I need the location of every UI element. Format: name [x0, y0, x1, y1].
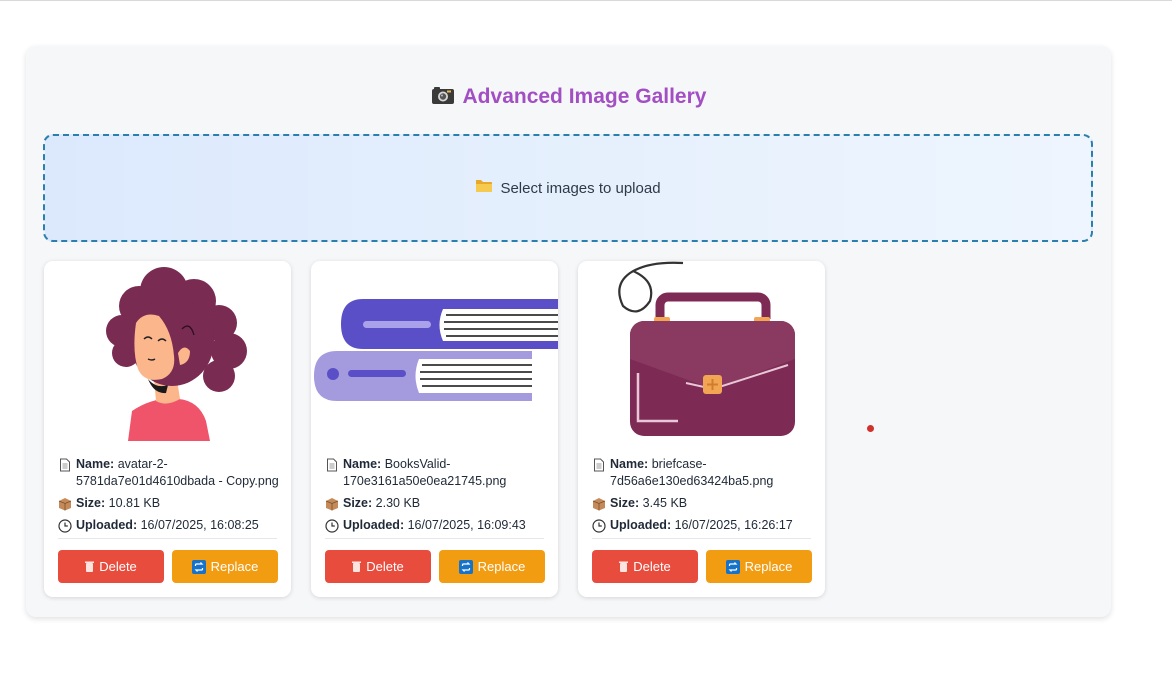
uploaded-label: Uploaded: — [610, 518, 672, 532]
replace-label: Replace — [477, 559, 526, 574]
divider — [325, 538, 544, 539]
document-icon — [60, 458, 70, 472]
image-thumbnail — [311, 261, 558, 441]
delete-button[interactable]: Delete — [325, 550, 431, 583]
image-card: Name: briefcase-7d56a6e130ed63424ba5.png… — [578, 261, 825, 597]
trash-icon — [619, 561, 629, 572]
delete-label: Delete — [99, 559, 137, 574]
replace-button[interactable]: Replace — [439, 550, 545, 583]
name-label: Name: — [610, 457, 649, 471]
trash-icon — [352, 561, 362, 572]
upload-label: Select images to upload — [500, 179, 661, 197]
image-thumbnail — [578, 261, 825, 441]
delete-label: Delete — [366, 559, 404, 574]
delete-button[interactable]: Delete — [592, 550, 698, 583]
name-label: Name: — [343, 457, 382, 471]
uploaded-label: Uploaded: — [343, 518, 405, 532]
document-icon — [327, 458, 337, 472]
document-icon — [594, 458, 604, 472]
box-icon — [592, 498, 606, 511]
file-size: 2.30 KB — [375, 496, 421, 510]
upload-date: 16/07/2025, 16:09:43 — [407, 518, 526, 532]
repeat-icon — [191, 559, 206, 574]
size-label: Size: — [610, 496, 640, 510]
size-label: Size: — [76, 496, 106, 510]
image-thumbnail — [44, 261, 291, 441]
upload-dropzone[interactable]: Select images to upload — [43, 134, 1093, 242]
gallery-header: Advanced Image Gallery — [26, 82, 1111, 112]
clock-icon — [58, 519, 72, 533]
repeat-icon — [725, 559, 740, 574]
file-size: 10.81 KB — [108, 496, 161, 510]
box-icon — [325, 498, 339, 511]
upload-date: 16/07/2025, 16:26:17 — [674, 518, 793, 532]
cursor-dot — [867, 425, 874, 432]
file-size: 3.45 KB — [642, 496, 688, 510]
divider — [58, 538, 277, 539]
clock-icon — [592, 519, 606, 533]
trash-icon — [85, 561, 95, 572]
image-card: Name: BooksValid-170e3161a50e0ea21745.pn… — [311, 261, 558, 597]
replace-button[interactable]: Replace — [172, 550, 278, 583]
clock-icon — [325, 519, 339, 533]
size-label: Size: — [343, 496, 373, 510]
box-icon — [58, 498, 72, 511]
image-card: Name: avatar-2-5781da7e01d4610dbada - Co… — [44, 261, 291, 597]
replace-button[interactable]: Replace — [706, 550, 812, 583]
replace-label: Replace — [744, 559, 793, 574]
upload-date: 16/07/2025, 16:08:25 — [140, 518, 259, 532]
delete-button[interactable]: Delete — [58, 550, 164, 583]
name-label: Name: — [76, 457, 115, 471]
replace-label: Replace — [210, 559, 259, 574]
top-border — [0, 0, 1172, 1]
uploaded-label: Uploaded: — [76, 518, 138, 532]
repeat-icon — [458, 559, 473, 574]
folder-icon — [475, 178, 493, 198]
page-title: Advanced Image Gallery — [462, 85, 707, 108]
divider — [592, 538, 811, 539]
camera-icon — [431, 85, 455, 110]
delete-label: Delete — [633, 559, 671, 574]
gallery-container: Advanced Image Gallery Select images to … — [26, 46, 1111, 617]
